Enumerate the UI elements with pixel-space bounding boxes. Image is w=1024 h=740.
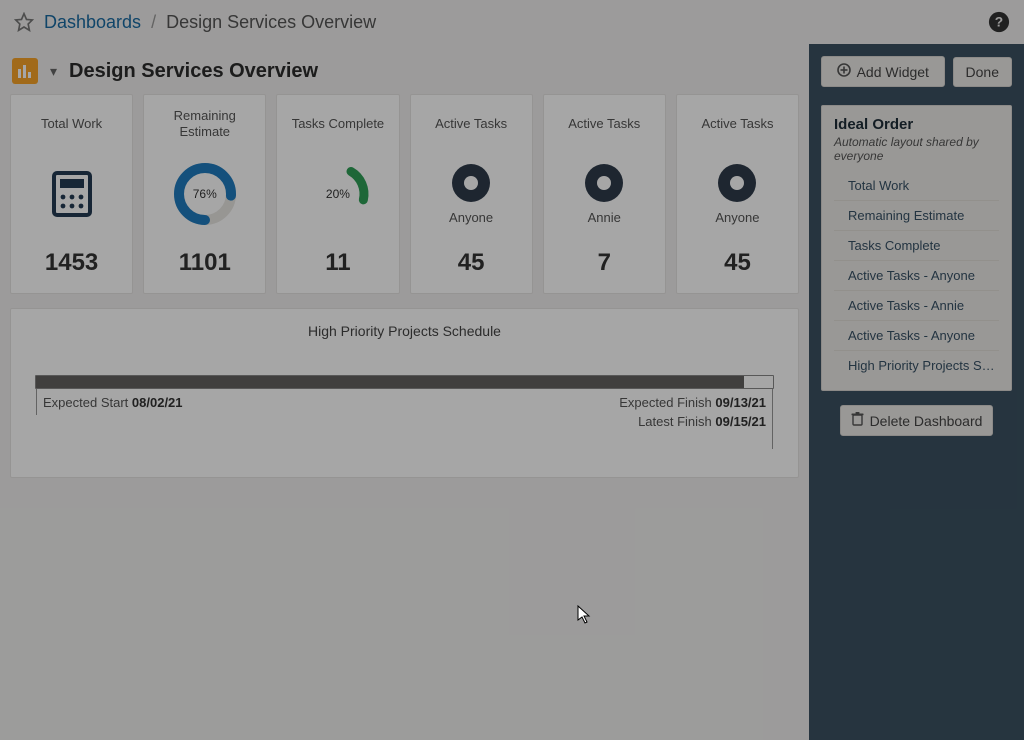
ideal-order-item[interactable]: Active Tasks - Anyone [834, 260, 999, 290]
schedule-progress-fill [36, 376, 744, 388]
widget-active-tasks-annie[interactable]: Active Tasks Annie 7 [543, 94, 666, 294]
widget-high-priority-schedule[interactable]: High Priority Projects Schedule Expected… [10, 308, 799, 478]
widget-value: 7 [598, 249, 611, 283]
dashboard-canvas: ▾ Design Services Overview Total Work [0, 44, 809, 740]
widget-title: Total Work [41, 109, 102, 139]
widget-value: 1101 [179, 249, 231, 283]
widget-value: 45 [458, 249, 485, 283]
ideal-order-item[interactable]: Tasks Complete [834, 230, 999, 260]
avatar-placeholder-icon [452, 164, 490, 202]
add-widget-label: Add Widget [857, 64, 929, 80]
expected-finish-date: 09/13/21 [715, 395, 766, 410]
widget-title: High Priority Projects Schedule [35, 323, 774, 339]
widget-title: Active Tasks [435, 109, 507, 139]
widget-row: Total Work 1453 Rem [0, 94, 809, 294]
widget-title: Active Tasks [568, 109, 640, 139]
donut-percent-label: 76% [170, 159, 240, 229]
widget-active-tasks-anyone[interactable]: Active Tasks Anyone 45 [410, 94, 533, 294]
trash-icon [851, 412, 864, 429]
dashboard-menu-caret-icon[interactable]: ▾ [48, 63, 59, 80]
edit-sidebar: Add Widget Done Ideal Order Automatic la… [809, 44, 1024, 740]
ideal-order-item[interactable]: Total Work [834, 171, 999, 200]
widget-active-tasks-anyone-2[interactable]: Active Tasks Anyone 45 [676, 94, 799, 294]
top-bar: Dashboards / Design Services Overview ? [0, 0, 1024, 44]
help-icon[interactable]: ? [988, 11, 1010, 33]
latest-finish-label: Latest Finish 09/15/21 [619, 414, 766, 429]
widget-total-work[interactable]: Total Work 1453 [10, 94, 133, 294]
donut-chart: 20% [303, 159, 373, 229]
breadcrumb-current: Design Services Overview [166, 12, 376, 33]
widget-title: Tasks Complete [292, 109, 384, 139]
breadcrumb-root-link[interactable]: Dashboards [44, 12, 141, 33]
plus-circle-icon [837, 63, 851, 80]
ideal-order-list: Total Work Remaining Estimate Tasks Comp… [834, 171, 999, 380]
ideal-order-item[interactable]: Remaining Estimate [834, 200, 999, 230]
widget-title: Active Tasks [701, 109, 773, 139]
ideal-order-item[interactable]: Active Tasks - Anyone [834, 320, 999, 350]
expected-finish-label: Expected Finish 09/13/21 [619, 395, 766, 410]
calculator-icon [51, 170, 93, 218]
dashboard-header: ▾ Design Services Overview [0, 44, 809, 94]
widget-value: 11 [325, 249, 350, 283]
donut-percent-label: 20% [303, 159, 373, 229]
widget-value: 1453 [45, 249, 98, 283]
dashboard-title: Design Services Overview [69, 60, 318, 83]
done-label: Done [966, 64, 999, 80]
ideal-order-item[interactable]: High Priority Projects S… [834, 350, 999, 380]
breadcrumb: Dashboards / Design Services Overview [14, 12, 376, 33]
favorite-star-icon[interactable] [14, 12, 34, 32]
dashboard-icon[interactable] [12, 58, 38, 84]
widget-title: Remaining Estimate [152, 109, 257, 139]
add-widget-button[interactable]: Add Widget [821, 56, 945, 87]
avatar-placeholder-icon [585, 164, 623, 202]
done-button[interactable]: Done [953, 57, 1012, 87]
breadcrumb-separator: / [151, 12, 156, 33]
schedule-tick-labels: Expected Start 08/02/21 Expected Finish … [35, 389, 774, 449]
latest-finish-date: 09/15/21 [715, 414, 766, 429]
assignee-label: Anyone [449, 210, 493, 225]
widget-value: 45 [724, 249, 751, 283]
assignee-label: Annie [588, 210, 621, 225]
donut-chart: 76% [170, 159, 240, 229]
ideal-order-subtitle: Automatic layout shared by everyone [834, 135, 999, 163]
svg-text:?: ? [995, 15, 1003, 30]
ideal-order-title: Ideal Order [834, 116, 999, 133]
expected-start-label: Expected Start 08/02/21 [36, 389, 183, 415]
avatar-placeholder-icon [718, 164, 756, 202]
widget-tasks-complete[interactable]: Tasks Complete 20% 11 [276, 94, 399, 294]
ideal-order-item[interactable]: Active Tasks - Annie [834, 290, 999, 320]
ideal-order-panel: Ideal Order Automatic layout shared by e… [821, 105, 1012, 391]
schedule-timeline [35, 375, 774, 389]
widget-remaining-estimate[interactable]: Remaining Estimate 76% 1101 [143, 94, 266, 294]
delete-dashboard-label: Delete Dashboard [870, 413, 983, 429]
expected-start-date: 08/02/21 [132, 395, 183, 410]
assignee-label: Anyone [715, 210, 759, 225]
delete-dashboard-button[interactable]: Delete Dashboard [840, 405, 994, 436]
